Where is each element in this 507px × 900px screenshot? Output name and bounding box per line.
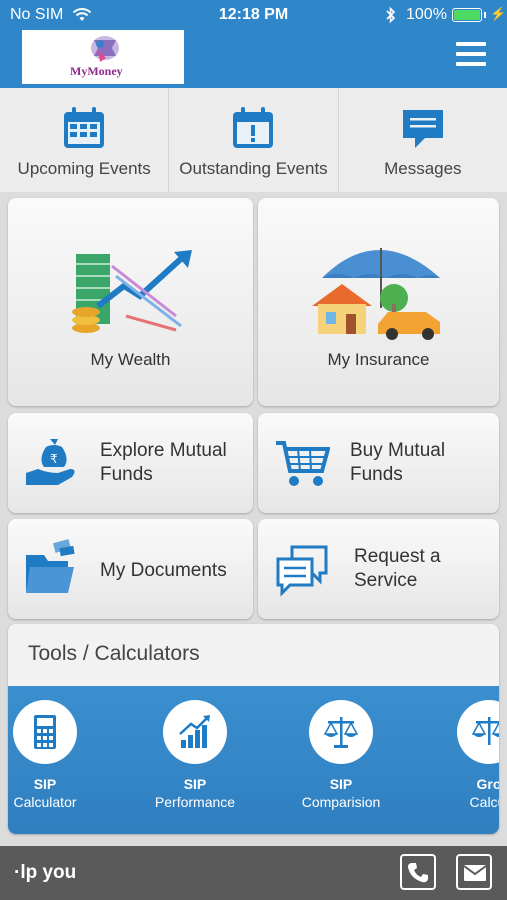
tab-label: Messages — [384, 159, 462, 178]
call-button[interactable] — [400, 854, 436, 890]
envelope-icon — [463, 865, 487, 881]
tile-label: Explore Mutual Funds — [100, 440, 227, 485]
wealth-chart-icon — [66, 246, 196, 343]
sip-performance-item[interactable]: SIP Performance — [140, 700, 250, 810]
tile-label: My Documents — [100, 560, 227, 581]
tool-label-line1: SIP — [33, 776, 57, 792]
my-insurance-tile[interactable]: My Insurance — [258, 198, 499, 406]
tool-label-line1: SIP — [183, 776, 207, 792]
tab-upcoming-events[interactable]: Upcoming Events — [0, 88, 170, 192]
shopping-cart-icon — [274, 439, 331, 494]
bluetooth-icon — [386, 6, 396, 29]
tools-header: Tools / Calculators — [8, 624, 499, 686]
money-bag-hand-icon: ₹ — [24, 437, 80, 494]
tab-messages[interactable]: Messages — [339, 88, 507, 192]
tools-calculators-panel: Tools / Calculators SIP Calculator SIP P… — [8, 624, 499, 834]
phone-icon — [408, 863, 428, 883]
app-logo: MyMoney — [22, 30, 184, 84]
calendar-grid-icon — [62, 106, 106, 155]
tab-outstanding-events[interactable]: Outstanding Events — [169, 88, 339, 192]
balance-scale-icon — [471, 717, 499, 745]
tool-label-line1: SIP — [329, 776, 353, 792]
balance-scale-icon — [323, 717, 359, 748]
calendar-alert-icon — [231, 106, 275, 155]
app-header: No SIM 12:18 PM 100% ⚡ MyMoney — [0, 0, 507, 88]
tile-label: Buy Mutual Funds — [350, 440, 446, 485]
tool-label-line2: Calculator — [13, 794, 77, 810]
sip-calculator-item[interactable]: SIP Calculator — [8, 700, 100, 810]
tools-title: Tools / Calculators — [28, 642, 200, 665]
my-wealth-tile[interactable]: My Wealth — [8, 198, 253, 406]
my-documents-tile[interactable]: My Documents — [8, 519, 253, 619]
charging-icon: ⚡ — [490, 6, 507, 21]
growth-chart-icon — [179, 715, 210, 748]
event-tabs: Upcoming Events Outstanding Events Messa… — [0, 88, 507, 192]
battery-percent: 100% — [406, 6, 447, 23]
hamburger-menu-button[interactable] — [456, 42, 486, 70]
logo-text: MyMoney — [70, 64, 123, 78]
battery-icon — [452, 8, 482, 22]
tile-label: Request a Service — [354, 546, 441, 591]
tile-label: My Wealth — [90, 350, 171, 369]
tool-label-line2: Performance — [154, 794, 236, 810]
tab-label: Outstanding Events — [179, 159, 328, 178]
chat-bubbles-icon — [274, 543, 330, 602]
tools-carousel[interactable]: SIP Calculator SIP Performance SIP Compa… — [8, 686, 499, 834]
tool-label-line1: Gro — [476, 776, 499, 792]
tool-label-line2: Calcul — [469, 794, 499, 810]
folder-documents-icon — [24, 539, 80, 602]
help-marquee-text: ·lp you — [14, 862, 77, 883]
tile-label: My Insurance — [327, 350, 430, 369]
email-button[interactable] — [456, 854, 492, 890]
help-bar: ·lp you — [0, 846, 507, 900]
explore-mutual-funds-tile[interactable]: ₹ Explore Mutual Funds — [8, 413, 253, 513]
svg-text:₹: ₹ — [50, 452, 58, 466]
growth-calculator-item[interactable]: Gro Calcul — [434, 700, 499, 810]
request-service-tile[interactable]: Request a Service — [258, 519, 499, 619]
buy-mutual-funds-tile[interactable]: Buy Mutual Funds — [258, 413, 499, 513]
tool-label-line2: Comparision — [301, 794, 381, 810]
insurance-umbrella-icon — [308, 238, 448, 345]
message-icon — [401, 106, 445, 155]
status-bar: No SIM 12:18 PM 100% ⚡ — [0, 0, 507, 30]
calculator-icon — [34, 715, 56, 749]
tab-label: Upcoming Events — [17, 159, 151, 178]
sip-comparision-item[interactable]: SIP Comparision — [286, 700, 396, 810]
